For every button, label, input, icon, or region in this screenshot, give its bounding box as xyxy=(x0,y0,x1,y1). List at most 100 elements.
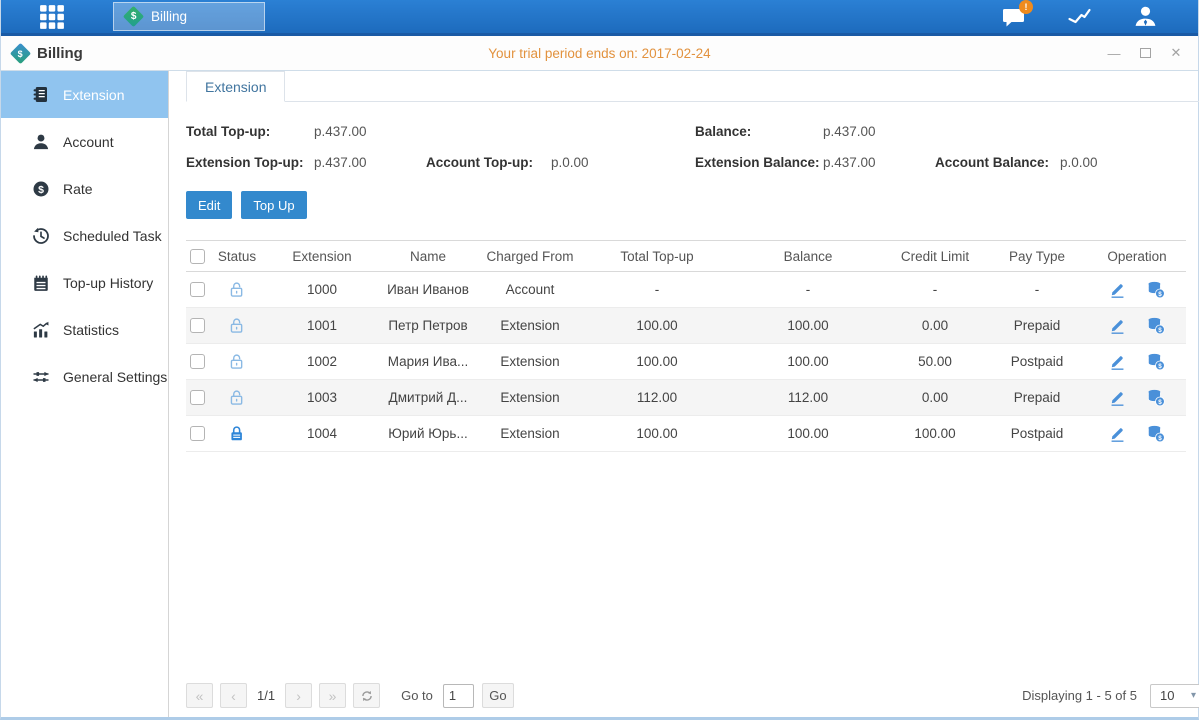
prev-page-button[interactable]: ‹ xyxy=(220,683,247,708)
window-title: Billing xyxy=(37,45,83,62)
row-edit-button[interactable] xyxy=(1108,388,1127,407)
first-page-button[interactable]: « xyxy=(186,683,213,708)
row-checkbox[interactable] xyxy=(190,426,205,441)
account-button[interactable] xyxy=(1130,4,1160,30)
table-row[interactable]: 1002Мария Ива...Extension100.00100.0050.… xyxy=(186,344,1186,380)
sidebar-item-general-settings[interactable]: General Settings xyxy=(1,353,168,400)
table-row[interactable]: 1004Юрий Юрь...Extension100.00100.00100.… xyxy=(186,416,1186,452)
cell-pay-type: Prepaid xyxy=(986,380,1088,416)
extensions-table: Status Extension Name Charged From Total… xyxy=(186,240,1186,452)
lock-open-icon xyxy=(228,280,246,299)
cell-extension: 1004 xyxy=(266,416,378,452)
table-row[interactable]: 1000Иван ИвановAccount----$ xyxy=(186,272,1186,308)
edit-button[interactable]: Edit xyxy=(186,191,232,219)
goto-page-input[interactable] xyxy=(443,684,474,708)
row-topup-button[interactable]: $ xyxy=(1146,352,1166,371)
cell-name: Петр Петров xyxy=(378,308,478,344)
total-topup-label: Total Top-up: xyxy=(186,124,314,139)
taskbar-tab-label: Billing xyxy=(151,9,187,24)
cell-extension: 1001 xyxy=(266,308,378,344)
top-up-button[interactable]: Top Up xyxy=(241,191,306,219)
top-up-coins-icon: $ xyxy=(1146,424,1166,443)
last-page-button[interactable]: » xyxy=(319,683,346,708)
edit-pencil-icon xyxy=(1108,280,1127,299)
row-edit-button[interactable] xyxy=(1108,316,1127,335)
row-checkbox[interactable] xyxy=(190,354,205,369)
tab-extension[interactable]: Extension xyxy=(186,71,285,102)
sidebar-item-rate[interactable]: $ Rate xyxy=(1,165,168,212)
go-button[interactable]: Go xyxy=(482,683,514,708)
col-pay-type: Pay Type xyxy=(986,241,1088,272)
row-checkbox[interactable] xyxy=(190,282,205,297)
cell-charged-from: Extension xyxy=(478,308,582,344)
table-row[interactable]: 1003Дмитрий Д...Extension112.00112.000.0… xyxy=(186,380,1186,416)
sidebar-item-statistics[interactable]: Statistics xyxy=(1,306,168,353)
sidebar-item-account[interactable]: Account xyxy=(1,118,168,165)
notifications-button[interactable]: ! xyxy=(998,4,1028,30)
address-book-icon xyxy=(32,85,50,104)
cell-name: Иван Иванов xyxy=(378,272,478,308)
cell-charged-from: Extension xyxy=(478,380,582,416)
cell-balance: 100.00 xyxy=(732,416,884,452)
extension-topup-value: p.437.00 xyxy=(314,155,426,170)
account-topup-value: p.0.00 xyxy=(551,155,589,170)
edit-pencil-icon xyxy=(1108,352,1127,371)
sidebar-item-topup-history[interactable]: Top-up History xyxy=(1,259,168,306)
page-indicator: 1/1 xyxy=(257,688,275,703)
maximize-button[interactable] xyxy=(1137,45,1153,61)
sidebar-label: Extension xyxy=(63,87,124,103)
row-topup-button[interactable]: $ xyxy=(1146,316,1166,335)
account-balance-value: p.0.00 xyxy=(1060,155,1098,170)
row-edit-button[interactable] xyxy=(1108,352,1127,371)
col-total-topup: Total Top-up xyxy=(582,241,732,272)
row-checkbox[interactable] xyxy=(190,390,205,405)
sidebar-label: Statistics xyxy=(63,322,119,338)
sidebar-item-scheduled-task[interactable]: Scheduled Task xyxy=(1,212,168,259)
cell-total-topup: 100.00 xyxy=(582,416,732,452)
select-all-checkbox[interactable] xyxy=(190,249,205,264)
balance-label: Balance: xyxy=(695,124,823,139)
table-row[interactable]: 1001Петр ПетровExtension100.00100.000.00… xyxy=(186,308,1186,344)
sidebar-label: Account xyxy=(63,134,114,150)
window-titlebar: Billing Your trial period ends on: 2017-… xyxy=(1,36,1198,71)
cell-balance: 112.00 xyxy=(732,380,884,416)
row-edit-button[interactable] xyxy=(1108,424,1127,443)
notification-badge: ! xyxy=(1019,0,1033,14)
app-launcher-icon[interactable] xyxy=(35,2,69,32)
main-content: Extension Total Top-up: p.437.00 Extensi… xyxy=(169,71,1199,717)
cell-balance: 100.00 xyxy=(732,308,884,344)
status-lock-icon xyxy=(228,425,246,440)
cell-balance: - xyxy=(732,272,884,308)
pagination-bar: « ‹ 1/1 › » Go to Go xyxy=(186,683,1199,717)
edit-pencil-icon xyxy=(1108,424,1127,443)
monitor-button[interactable] xyxy=(1064,4,1094,30)
refresh-button[interactable] xyxy=(353,683,380,708)
taskbar-tab-billing[interactable]: Billing xyxy=(113,2,265,31)
row-checkbox[interactable] xyxy=(190,318,205,333)
bar-chart-arrow-icon xyxy=(32,321,50,339)
cell-credit-limit: 50.00 xyxy=(884,344,986,380)
cell-name: Юрий Юрь... xyxy=(378,416,478,452)
minimize-button[interactable]: — xyxy=(1106,45,1122,61)
row-topup-button[interactable]: $ xyxy=(1146,424,1166,443)
cell-charged-from: Account xyxy=(478,272,582,308)
close-button[interactable]: ✕ xyxy=(1168,45,1184,61)
sidebar: Extension Account $ Rate xyxy=(1,71,169,717)
cell-pay-type: - xyxy=(986,272,1088,308)
edit-pencil-icon xyxy=(1108,316,1127,335)
lock-open-icon xyxy=(228,388,246,407)
page-size-select[interactable]: 10 ▾ xyxy=(1150,684,1199,708)
row-topup-button[interactable]: $ xyxy=(1146,388,1166,407)
extension-topup-label: Extension Top-up: xyxy=(186,155,314,170)
row-edit-button[interactable] xyxy=(1108,280,1127,299)
cell-charged-from: Extension xyxy=(478,344,582,380)
row-topup-button[interactable]: $ xyxy=(1146,280,1166,299)
total-topup-value: p.437.00 xyxy=(314,124,426,139)
col-extension: Extension xyxy=(266,241,378,272)
chevron-down-icon: ▾ xyxy=(1191,690,1196,701)
sidebar-item-extension[interactable]: Extension xyxy=(1,71,168,118)
next-page-button[interactable]: › xyxy=(285,683,312,708)
svg-text:$: $ xyxy=(1158,363,1162,370)
edit-pencil-icon xyxy=(1108,388,1127,407)
lock-closed-icon xyxy=(228,424,246,443)
